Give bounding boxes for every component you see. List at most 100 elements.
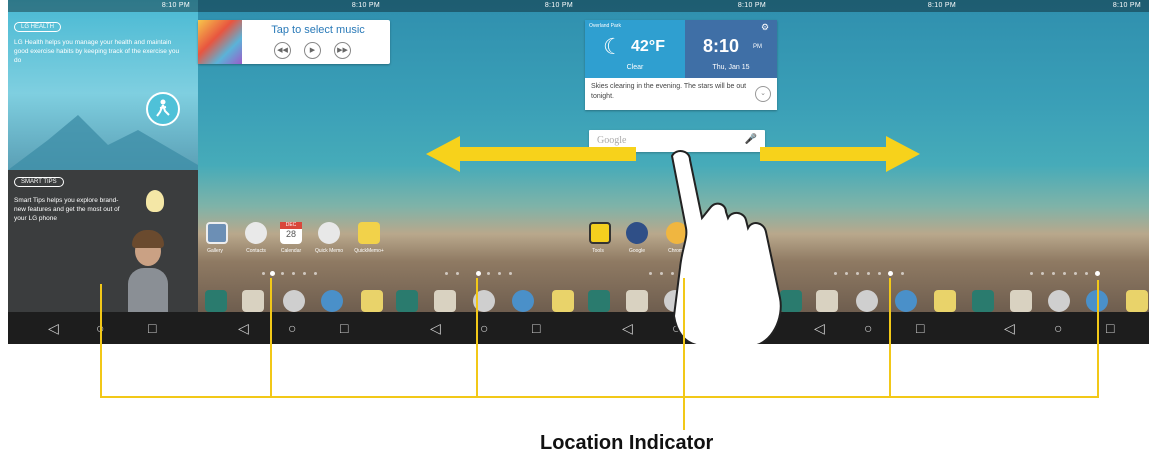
- back-icon[interactable]: ◁: [430, 320, 441, 336]
- camera-icon[interactable]: [1010, 290, 1032, 312]
- camera-icon[interactable]: [434, 290, 456, 312]
- indicator-line: [270, 278, 272, 397]
- home-icon[interactable]: ○: [480, 320, 488, 336]
- clock-date: Thu, Jan 15: [712, 64, 750, 71]
- nav-bar: [8, 312, 1149, 344]
- phone-icon[interactable]: [588, 290, 610, 312]
- apps-icon[interactable]: [856, 290, 878, 312]
- recent-apps-icon[interactable]: □: [532, 320, 540, 336]
- phone-icon[interactable]: [972, 290, 994, 312]
- home-icon[interactable]: ○: [1054, 320, 1062, 336]
- play-icon[interactable]: ▶: [304, 42, 321, 59]
- weather-panel: Overland Park ☾ 42°F Clear: [585, 20, 685, 78]
- back-icon[interactable]: ◁: [1004, 320, 1015, 336]
- apps-icon[interactable]: [283, 290, 305, 312]
- contacts-icon[interactable]: [245, 222, 267, 244]
- indicator-bracket: [100, 396, 1099, 398]
- status-bar: 8:10 PM: [774, 0, 964, 12]
- tools-folder-icon[interactable]: [589, 222, 611, 244]
- moon-icon: ☾: [603, 34, 623, 59]
- status-bar: 8:10 PM: [8, 0, 198, 12]
- app-label: Quick Memo: [314, 248, 344, 254]
- weather-location: Overland Park: [589, 23, 621, 29]
- microphone-icon[interactable]: 🎤: [745, 134, 757, 145]
- status-time: 8:10 PM: [737, 2, 766, 9]
- back-icon[interactable]: ◁: [238, 320, 249, 336]
- next-icon[interactable]: ▶▶: [334, 42, 351, 59]
- gallery-icon[interactable]: [206, 222, 228, 244]
- status-bar: 8:10 PM: [964, 0, 1149, 12]
- lg-health-text: LG Health helps you manage your health a…: [14, 39, 180, 64]
- home-screens-strip: LG HEALTH LG Health helps you manage you…: [8, 0, 1149, 344]
- lg-health-badge: LG HEALTH: [14, 22, 61, 32]
- status-bar: 8:10 PM: [388, 0, 581, 12]
- indicator-bracket-right: [1097, 280, 1099, 397]
- album-art: [198, 20, 242, 64]
- back-icon[interactable]: ◁: [622, 320, 633, 336]
- home-panel-1: LG HEALTH LG Health helps you manage you…: [8, 0, 198, 344]
- indicator-line: [889, 278, 891, 397]
- clock-time: 8:10: [703, 36, 740, 56]
- app-label: Tools: [592, 248, 604, 254]
- previous-icon[interactable]: ◀◀: [274, 42, 291, 59]
- location-indicator-caption: Location Indicator: [540, 432, 714, 454]
- recent-apps-icon[interactable]: □: [340, 320, 348, 336]
- weather-condition: Clear: [626, 64, 644, 71]
- internet-icon[interactable]: [512, 290, 534, 312]
- lightbulb-icon: [146, 190, 164, 212]
- weather-widget[interactable]: Overland Park ☾ 42°F Clear ⚙ 8:10 PM Thu…: [585, 20, 777, 110]
- indicator-line: [476, 278, 478, 397]
- internet-icon[interactable]: [321, 290, 343, 312]
- gear-icon[interactable]: ⚙: [761, 22, 769, 33]
- weather-forecast: Skies clearing in the evening. The stars…: [591, 83, 747, 100]
- app-label: Gallery: [207, 248, 223, 254]
- camera-icon[interactable]: [816, 290, 838, 312]
- app-label: Calendar: [280, 248, 302, 254]
- google-folder-icon[interactable]: [626, 222, 648, 244]
- messaging-icon[interactable]: [552, 290, 574, 312]
- back-icon[interactable]: ◁: [814, 320, 825, 336]
- app-label: QuickMemo+: [354, 248, 384, 254]
- smart-tips-text: Smart Tips helps you explore brand-new f…: [14, 197, 120, 222]
- home-icon[interactable]: ○: [864, 320, 872, 336]
- apps-icon[interactable]: [1048, 290, 1070, 312]
- smart-tips-badge: SMART TIPS: [14, 177, 64, 187]
- app-label: Google: [628, 248, 646, 254]
- calendar-day: 28: [285, 229, 296, 239]
- pencil-icon[interactable]: [358, 222, 380, 244]
- messaging-icon[interactable]: [361, 290, 383, 312]
- swipe-hand-icon: [670, 150, 782, 344]
- status-time: 8:10 PM: [544, 2, 573, 9]
- app-label: Contacts: [246, 248, 266, 254]
- home-icon[interactable]: ○: [288, 320, 296, 336]
- chevron-down-icon[interactable]: ⌄: [755, 86, 771, 102]
- recent-apps-icon[interactable]: □: [148, 320, 156, 336]
- phone-icon[interactable]: [396, 290, 418, 312]
- swipe-left-arrow: [426, 136, 636, 172]
- messaging-icon[interactable]: [1126, 290, 1148, 312]
- status-time: 8:10 PM: [927, 2, 956, 9]
- lg-health-card[interactable]: LG HEALTH LG Health helps you manage you…: [8, 0, 198, 170]
- clock-suffix: PM: [753, 44, 762, 50]
- internet-icon[interactable]: [895, 290, 917, 312]
- phone-icon[interactable]: [205, 290, 227, 312]
- status-time: 8:10 PM: [351, 2, 380, 9]
- runner-icon[interactable]: [146, 92, 180, 126]
- calendar-icon[interactable]: DEC 28: [280, 222, 302, 244]
- status-time: 8:10 PM: [161, 2, 190, 9]
- camera-icon[interactable]: [242, 290, 264, 312]
- recent-apps-icon[interactable]: □: [1106, 320, 1114, 336]
- messaging-icon[interactable]: [934, 290, 956, 312]
- indicator-pointer: [683, 278, 685, 430]
- clock-panel: ⚙ 8:10 PM Thu, Jan 15: [685, 20, 777, 78]
- status-time: 8:10 PM: [1112, 2, 1141, 9]
- back-icon[interactable]: ◁: [48, 320, 59, 336]
- music-widget[interactable]: Tap to select music ◀◀ ▶ ▶▶: [198, 20, 390, 64]
- smart-tips-card[interactable]: SMART TIPS Smart Tips helps you explore …: [8, 170, 198, 312]
- camera-icon[interactable]: [626, 290, 648, 312]
- music-title[interactable]: Tap to select music: [250, 24, 386, 36]
- weather-temperature: 42°F: [631, 38, 665, 55]
- recent-apps-icon[interactable]: □: [916, 320, 924, 336]
- woman-photo: [128, 230, 168, 312]
- quick-memo-icon[interactable]: [318, 222, 340, 244]
